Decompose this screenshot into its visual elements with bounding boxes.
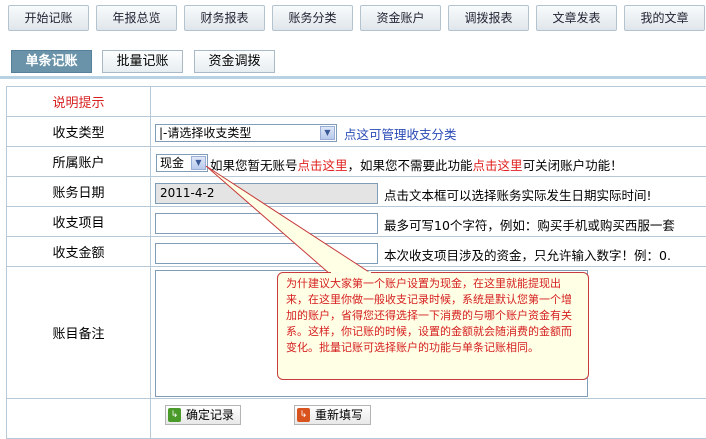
amount-input[interactable] [155,243,378,264]
account-select-value: 现金 [160,156,185,170]
reset-form-button[interactable]: ↳ 重新填写 [294,405,371,425]
top-navigation: 开始记账 年报总览 财务报表 账务分类 资金账户 调拨报表 文章发表 我的文章 [0,0,706,38]
tooltip-text: 为什建议大家第一个账户设置为现金，在这里就能提现出来，在这里你做一般收支记录时候… [286,277,572,354]
notice-label: 说明提示 [6,86,151,117]
reset-label: 重新填写 [315,408,364,422]
amount-hint: 本次收支项目涉及的资金，只允许输入数字！例：0. [384,248,671,263]
tab-underline [0,76,706,79]
item-label: 收支项目 [6,206,151,237]
date-hint: 点击文本框可以选择账务实际发生日期实际时间! [384,188,652,203]
tooltip-bubble: 为什建议大家第一个账户设置为现金，在这里就能提现出来，在这里你做一般收支记录时候… [277,272,589,380]
manage-categories-link[interactable]: 点这可管理收支分类 [344,124,457,143]
account-hint-text3: 可关闭账户功能！ [522,158,623,173]
account-hint-text2: ，如果您不需要此功能 [347,158,473,173]
nav-my-articles[interactable]: 我的文章 [624,5,705,31]
confirm-label: 确定记录 [186,408,235,422]
item-input[interactable] [155,213,378,234]
reset-arrow-icon: ↳ [297,408,310,422]
account-hint-text1: 如果您暂无账号 [210,158,298,173]
remark-label: 账目备注 [6,266,151,399]
nav-financial-reports[interactable]: 财务报表 [184,5,265,31]
item-hint: 最多可写10个字符，例如：购买手机或购买西服一套 [384,218,675,233]
tab-single-entry[interactable]: 单条记账 [11,50,92,73]
account-select[interactable]: 现金 ▼ [156,154,208,172]
type-select[interactable]: |-请选择收支类型 ▼ [155,124,337,142]
type-label: 收支类型 [6,116,151,147]
nav-start-bookkeeping[interactable]: 开始记账 [8,5,89,31]
type-select-value: |-请选择收支类型 [159,126,252,140]
chevron-down-icon: ▼ [320,126,335,140]
nav-account-categories[interactable]: 账务分类 [272,5,353,31]
date-input[interactable]: 2011-4-2 [155,183,378,204]
date-label: 账务日期 [6,176,151,207]
account-label: 所属账户 [6,146,151,177]
amount-label: 收支金额 [6,236,151,267]
nav-annual-overview[interactable]: 年报总览 [96,5,177,31]
nav-publish-article[interactable]: 文章发表 [536,5,617,31]
account-hint: 如果您暂无账号点击这里，如果您不需要此功能点击这里可关闭账户功能！ [210,155,623,174]
confirm-arrow-icon: ↳ [168,408,181,422]
nav-fund-accounts[interactable]: 资金账户 [360,5,441,31]
nav-transfer-reports[interactable]: 调拨报表 [448,5,529,31]
confirm-record-button[interactable]: ↳ 确定记录 [165,405,241,425]
add-account-link[interactable]: 点击这里 [298,158,348,173]
disable-account-link[interactable]: 点击这里 [473,158,523,173]
sub-tabs: 单条记账 批量记账 资金调拨 [0,48,706,74]
chevron-down-icon: ▼ [191,156,206,170]
tab-batch-entry[interactable]: 批量记账 [102,50,183,73]
tab-fund-transfer[interactable]: 资金调拨 [194,50,275,73]
